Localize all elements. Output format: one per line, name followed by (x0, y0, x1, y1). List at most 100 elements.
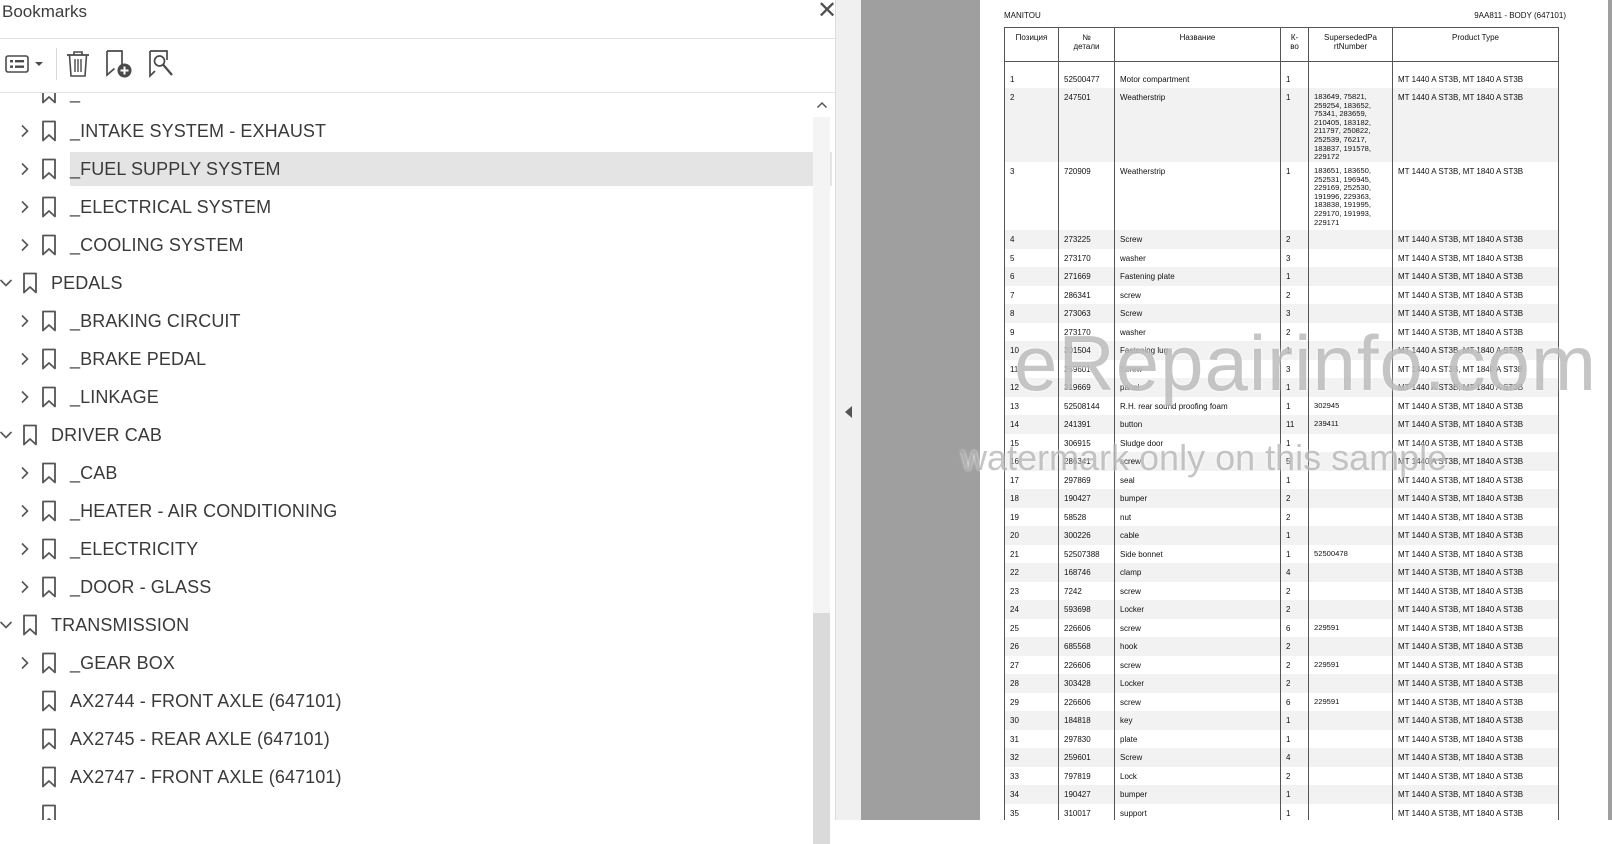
table-row: 28 303428 Locker 2 MT 1440 A ST3B, MT 1840 A… (1004, 674, 1559, 693)
bookmark-label: _ (70, 93, 81, 103)
cell-name: Side bonnet (1114, 544, 1281, 563)
cell-part-number: 52508144 (1058, 396, 1115, 415)
bookmark-item[interactable]: PEDALS (0, 265, 832, 301)
cell-name: Weatherstrip (1114, 88, 1281, 162)
collapse-panel-button[interactable] (843, 404, 855, 420)
cell-position: 22 (1004, 563, 1059, 582)
chevron-right-icon[interactable] (16, 159, 34, 179)
cell-qty: 3 (1280, 248, 1309, 267)
chevron-right-icon[interactable] (16, 577, 34, 597)
cell-superseded (1308, 748, 1393, 767)
bookmark-item[interactable]: _ (0, 93, 832, 111)
chevron-right-icon[interactable] (16, 121, 34, 141)
scroll-thumb[interactable] (813, 613, 830, 844)
bookmark-item[interactable]: DRIVER CAB (0, 417, 832, 453)
chevron-right-icon[interactable] (16, 653, 34, 673)
cell-superseded (1308, 322, 1393, 341)
bookmark-item[interactable]: _COOLING SYSTEM (0, 227, 832, 263)
table-row: 6 271669 Fastening plate 1 MT 1440 A ST3B, M… (1004, 267, 1559, 286)
cell-name: bumper (1114, 489, 1281, 508)
cell-superseded (1308, 304, 1393, 323)
cell-name: key (1114, 711, 1281, 730)
cell-position: 24 (1004, 600, 1059, 619)
bookmark-label: DRIVER CAB (51, 425, 163, 445)
cell-position: 1 (1004, 69, 1059, 88)
cell-name: Fastening plate (1114, 267, 1281, 286)
cell-position: 17 (1004, 470, 1059, 489)
bookmark-icon (41, 500, 57, 522)
chevron-right-icon[interactable] (16, 387, 34, 407)
bookmark-label: _INTAKE SYSTEM - EXHAUST (70, 121, 327, 141)
bookmark-item[interactable]: _ELECTRICITY (0, 531, 832, 567)
cell-product-type: MT 1440 A ST3B, MT 1840 A ST3B (1392, 489, 1559, 508)
bookmark-label: _BRAKE PEDAL (70, 349, 207, 369)
table-row: 8 273063 Screw 3 MT 1440 A ST3B, MT 1840 A S… (1004, 304, 1559, 323)
cell-superseded: 229591 (1308, 618, 1393, 637)
bookmark-item[interactable]: _INTAKE SYSTEM - EXHAUST (0, 113, 832, 149)
document-viewer[interactable]: MANITOU 9AA811 - BODY (647101) Позиция №… (861, 0, 1612, 820)
cell-qty: 2 (1280, 600, 1309, 619)
delete-bookmark-button[interactable] (62, 46, 94, 82)
bookmark-item[interactable]: _LINKAGE (0, 379, 832, 415)
scroll-up-button[interactable] (813, 97, 830, 113)
bookmark-item[interactable]: _FUEL SUPPLY SYSTEM (0, 151, 832, 187)
bookmark-item[interactable]: _CAB (0, 455, 832, 491)
scroll-track[interactable] (813, 117, 830, 844)
add-bookmark-button[interactable] (102, 46, 136, 82)
chevron-right-icon[interactable] (16, 235, 34, 255)
cell-name: support (1114, 803, 1281, 820)
bookmark-item[interactable]: TRANSMISSION (0, 607, 832, 643)
col-header-position: Позиция (1004, 27, 1059, 62)
bookmark-item[interactable]: _ELECTRICAL SYSTEM (0, 189, 832, 225)
cell-qty: 1 (1280, 729, 1309, 748)
bookmarks-scrollbar[interactable] (813, 93, 830, 844)
chevron-right-icon[interactable] (16, 539, 34, 559)
cell-name: panel (1114, 378, 1281, 397)
cell-superseded (1308, 674, 1393, 693)
cell-superseded (1308, 766, 1393, 785)
table-row: 30 184818 key 1 MT 1440 A ST3B, MT 1840 A ST… (1004, 711, 1559, 730)
bookmark-item[interactable]: AX2744 - FRONT AXLE (647101) (0, 683, 832, 719)
cell-qty: 1 (1280, 785, 1309, 804)
bookmark-label: PEDALS (51, 273, 123, 293)
chevron-down-icon[interactable] (0, 615, 15, 635)
cell-qty: 2 (1280, 655, 1309, 674)
bookmark-item[interactable]: _GEAR BOX (0, 645, 832, 681)
cell-superseded (1308, 489, 1393, 508)
chevron-down-icon[interactable] (0, 425, 15, 445)
bookmark-item[interactable]: AX2745 - REAR AXLE (647101) (0, 721, 832, 757)
bookmark-item[interactable]: AX2747 - FRONT AXLE (647101) (0, 759, 832, 795)
page-header-brand: MANITOU (1004, 11, 1041, 20)
chevron-right-icon[interactable] (16, 501, 34, 521)
bookmark-item[interactable]: _BRAKING CIRCUIT (0, 303, 832, 339)
bookmark-item[interactable]: _HEATER - AIR CONDITIONING (0, 493, 832, 529)
cell-superseded (1308, 285, 1393, 304)
chevron-right-icon[interactable] (16, 197, 34, 217)
chevron-right-icon[interactable] (16, 349, 34, 369)
find-bookmark-button[interactable] (144, 46, 178, 82)
cell-position: 5 (1004, 248, 1059, 267)
cell-position: 10 (1004, 341, 1059, 360)
cell-part-number: 190427 (1058, 489, 1115, 508)
table-row: 19 58528 nut 2 MT 1440 A ST3B, MT 1840 A ST3… (1004, 507, 1559, 526)
cell-part-number: 259601 (1058, 748, 1115, 767)
table-row: 4 273225 Screw 2 MT 1440 A ST3B, MT 1840 A S… (1004, 230, 1559, 249)
cell-part-number: 297869 (1058, 470, 1115, 489)
cell-position: 28 (1004, 674, 1059, 693)
trash-icon (67, 51, 89, 77)
chevron-right-icon[interactable] (16, 463, 34, 483)
bookmark-icon (22, 424, 38, 446)
chevron-right-icon[interactable] (16, 311, 34, 331)
bookmark-item[interactable]: _DOOR - GLASS (0, 569, 832, 605)
bookmark-item[interactable]: _BRAKE PEDAL (0, 341, 832, 377)
cell-product-type: MT 1440 A ST3B, MT 1840 A ST3B (1392, 341, 1559, 360)
bookmark-item[interactable] (0, 797, 832, 820)
options-menu-button[interactable] (2, 46, 46, 82)
chevron-down-icon[interactable] (0, 273, 15, 293)
panel-splitter[interactable] (835, 0, 861, 820)
parts-table-body: 1 52500477 Motor compartment 1 MT 1440 A ST3… (1004, 61, 1559, 820)
cell-position: 4 (1004, 230, 1059, 249)
cell-product-type: MT 1440 A ST3B, MT 1840 A ST3B (1392, 674, 1559, 693)
cell-superseded (1308, 637, 1393, 656)
cell-part-number: 286341 (1058, 452, 1115, 471)
